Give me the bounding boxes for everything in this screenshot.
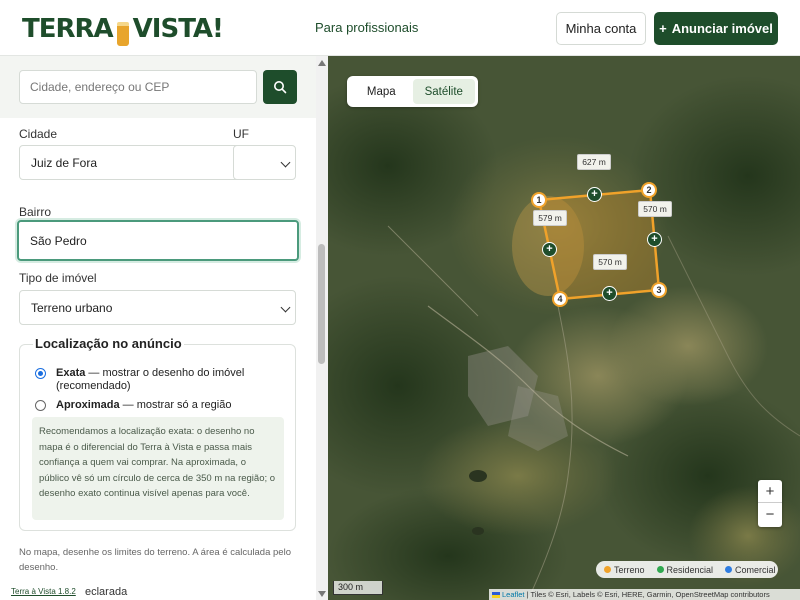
legend-item-terreno: Terreno <box>604 565 645 575</box>
approximate-option-label[interactable]: Aproximada — mostrar só a região <box>56 399 286 412</box>
location-info-note: Recomendamos a localização exata: o dese… <box>32 417 284 520</box>
uf-select[interactable] <box>233 145 296 180</box>
district-label: Bairro <box>19 205 52 219</box>
scroll-up-icon[interactable] <box>318 60 326 66</box>
version-link[interactable]: Terra à Vista 1.8.2 <box>11 587 76 596</box>
tiles-attribution: | Tiles © Esri, Labels © Esri, HERE, Gar… <box>526 590 770 599</box>
edge-length-label: 570 m <box>638 201 672 217</box>
zoom-in-button[interactable]: + <box>758 480 782 503</box>
polygon-vertex[interactable]: 3 <box>651 282 667 298</box>
city-field[interactable]: Juiz de Fora <box>19 145 252 180</box>
tab-satellite[interactable]: Satélite <box>412 79 475 104</box>
property-type-value: Terreno urbano <box>31 300 113 315</box>
beer-glass-icon <box>114 16 132 46</box>
polygon-vertex[interactable]: 4 <box>552 291 568 307</box>
scroll-thumb[interactable] <box>318 244 325 364</box>
tab-map[interactable]: Mapa <box>350 79 413 104</box>
sidebar-form: Cidade, endereço ou CEP Cidade Juiz de F… <box>0 56 316 600</box>
plus-icon: + <box>659 21 667 36</box>
edge-length-label: 579 m <box>533 210 567 226</box>
map-type-toggle: Mapa Satélite <box>347 76 478 107</box>
nav-link-professionals[interactable]: Para profissionais <box>315 20 418 35</box>
announce-label: Anunciar imóvel <box>671 21 773 36</box>
uf-label: UF <box>233 127 249 141</box>
declared-area-label: eclarada <box>85 586 128 598</box>
search-button[interactable] <box>263 70 297 104</box>
map-attribution: Leaflet | Tiles © Esri, Labels © Esri, H… <box>489 589 800 600</box>
map-view[interactable]: 627 m 570 m 570 m 579 m 1 2 3 4 + + + + <box>328 56 800 600</box>
edge-length-label: 570 m <box>593 254 627 270</box>
map-scale: 300 m <box>333 581 383 595</box>
polygon-vertex[interactable]: 2 <box>641 182 657 198</box>
polygon-vertex[interactable]: 1 <box>531 192 547 208</box>
ukraine-flag-icon <box>492 592 500 598</box>
map-legend: Terreno Residencial Comercial <box>596 561 778 578</box>
chevron-down-icon <box>280 157 291 168</box>
property-type-label: Tipo de imóvel <box>19 271 97 285</box>
approximate-radio[interactable] <box>35 400 46 411</box>
search-bar: Cidade, endereço ou CEP <box>0 56 316 118</box>
brand-right: VISTA! <box>132 14 224 44</box>
add-midpoint-icon[interactable]: + <box>647 232 662 247</box>
exact-title: Exata <box>56 367 86 379</box>
location-legend: Localização no anúncio <box>33 336 184 351</box>
city-label: Cidade <box>19 127 58 141</box>
top-header: TERRA VISTA! Para profissionais Minha co… <box>0 0 800 56</box>
property-polygon[interactable] <box>328 56 800 600</box>
edge-length-label: 627 m <box>577 154 611 170</box>
zoom-out-button[interactable]: − <box>758 503 782 526</box>
search-input[interactable]: Cidade, endereço ou CEP <box>19 70 257 104</box>
exact-desc-2: (recomendado) <box>56 380 131 392</box>
leaflet-link[interactable]: Leaflet <box>502 590 525 599</box>
search-icon <box>274 81 287 94</box>
exact-option-label[interactable]: Exata — mostrar o desenho do imóvel (rec… <box>56 367 286 393</box>
exact-radio[interactable] <box>35 368 46 379</box>
legend-item-residencial: Residencial <box>656 565 713 575</box>
zoom-control: + − <box>758 480 782 527</box>
chevron-down-icon <box>280 302 291 313</box>
exact-desc: — mostrar o desenho do imóvel <box>88 367 245 379</box>
add-midpoint-icon[interactable]: + <box>587 187 602 202</box>
my-account-button[interactable]: Minha conta <box>556 12 646 45</box>
brand-left: TERRA <box>22 14 114 44</box>
property-type-select[interactable]: Terreno urbano <box>19 290 296 325</box>
approx-desc: — mostrar só a região <box>122 399 232 411</box>
scroll-down-icon[interactable] <box>318 591 326 597</box>
announce-property-button[interactable]: + Anunciar imóvel <box>654 12 778 45</box>
add-midpoint-icon[interactable]: + <box>542 242 557 257</box>
draw-hint: No mapa, desenhe os limites do terreno. … <box>19 547 291 573</box>
add-midpoint-icon[interactable]: + <box>602 286 617 301</box>
legend-item-comercial: Comercial <box>725 565 776 575</box>
district-field[interactable]: São Pedro <box>17 220 299 261</box>
brand-logo[interactable]: TERRA VISTA! <box>22 12 224 46</box>
approx-title: Aproximada <box>56 399 120 411</box>
